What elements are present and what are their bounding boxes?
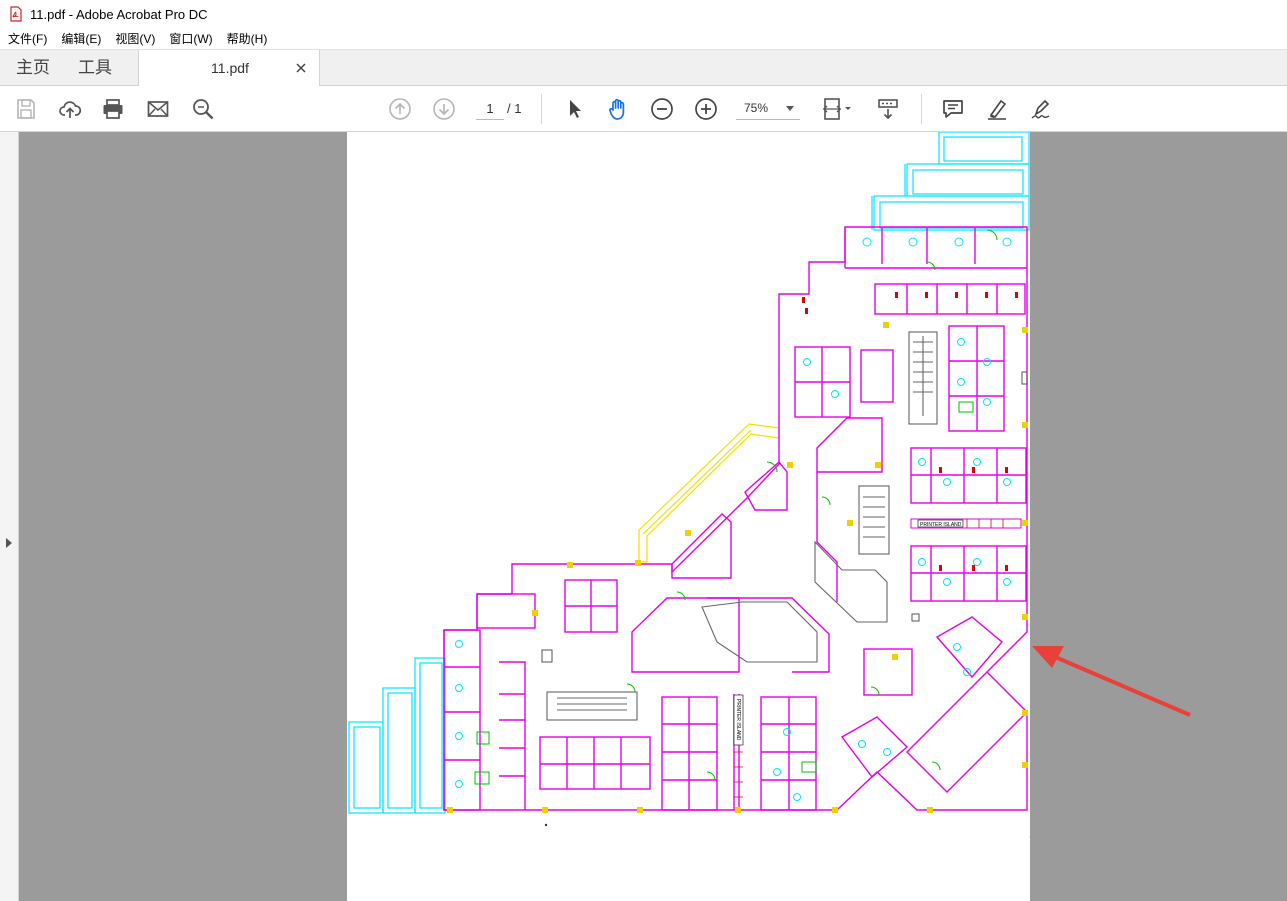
pdf-page[interactable]: PRINTER ISLAND PRINTER ISLAND [347, 132, 1030, 901]
floor-plan-drawing: PRINTER ISLAND PRINTER ISLAND [348, 132, 1030, 838]
zoom-in-icon [695, 98, 717, 120]
menu-file[interactable]: 文件(F) [8, 30, 47, 47]
previous-page-button[interactable] [386, 95, 414, 123]
document-workspace[interactable]: PRINTER ISLAND PRINTER ISLAND [0, 132, 1287, 901]
sign-icon [1031, 99, 1050, 119]
page-down-icon [433, 98, 455, 120]
fit-page-button[interactable] [818, 95, 856, 123]
menu-edit[interactable]: 编辑(E) [61, 30, 101, 47]
zoom-out-icon [651, 98, 673, 120]
upload-cloud-icon [59, 101, 82, 118]
find-icon [193, 99, 214, 120]
highlight-button[interactable] [983, 95, 1011, 123]
title-bar: 11.pdf - Adobe Acrobat Pro DC [0, 0, 1287, 28]
tab-bar: 主页 工具 11.pdf [0, 49, 1287, 87]
scroll-mode-icon [878, 99, 898, 120]
page-number-input[interactable]: 1 [476, 98, 504, 120]
zoom-level-value: 75% [744, 101, 769, 115]
comment-button[interactable] [939, 95, 967, 123]
tab-document[interactable]: 11.pdf [138, 50, 320, 87]
print-icon [103, 99, 123, 119]
printer-island-label: PRINTER ISLAND [920, 522, 962, 528]
comment-icon [943, 100, 963, 118]
find-button[interactable] [189, 95, 217, 123]
zoom-in-button[interactable] [692, 95, 720, 123]
page-total: / 1 [507, 101, 522, 116]
next-page-button[interactable] [430, 95, 458, 123]
email-button[interactable] [144, 95, 172, 123]
tab-tools[interactable]: 工具 [78, 50, 112, 86]
page-up-icon [389, 98, 411, 120]
hand-tool-button[interactable] [604, 95, 632, 123]
navigation-pane-rail [0, 132, 19, 901]
highlight-pen-icon [988, 99, 1007, 120]
zoom-level-dropdown[interactable]: 75% [736, 96, 800, 120]
menu-window[interactable]: 窗口(W) [169, 30, 212, 47]
toolbar: 1 / 1 75% [0, 86, 1287, 132]
upload-button[interactable] [56, 95, 84, 123]
toolbar-divider [921, 94, 922, 124]
fit-page-icon [823, 98, 851, 120]
menu-view[interactable]: 视图(V) [115, 30, 155, 47]
chevron-down-icon [786, 106, 794, 111]
select-tool-button[interactable] [560, 95, 588, 123]
toolbar-divider [541, 94, 542, 124]
email-icon [147, 101, 169, 117]
print-button[interactable] [99, 95, 127, 123]
zoom-out-button[interactable] [648, 95, 676, 123]
acrobat-pdf-icon [10, 6, 22, 22]
scroll-mode-button[interactable] [874, 95, 902, 123]
printer-island-label-vertical: PRINTER ISLAND [735, 699, 741, 741]
menu-help[interactable]: 帮助(H) [227, 30, 268, 47]
hand-tool-icon [609, 98, 625, 120]
save-icon [17, 99, 35, 119]
select-arrow-icon [570, 100, 581, 118]
sign-button[interactable] [1027, 95, 1055, 123]
expand-pane-icon[interactable] [6, 538, 12, 548]
window-title: 11.pdf - Adobe Acrobat Pro DC [30, 6, 208, 22]
menu-bar: 文件(F) 编辑(E) 视图(V) 窗口(W) 帮助(H) [0, 28, 1287, 49]
tab-home[interactable]: 主页 [16, 50, 50, 86]
save-button[interactable] [12, 95, 40, 123]
close-icon[interactable] [293, 60, 309, 76]
